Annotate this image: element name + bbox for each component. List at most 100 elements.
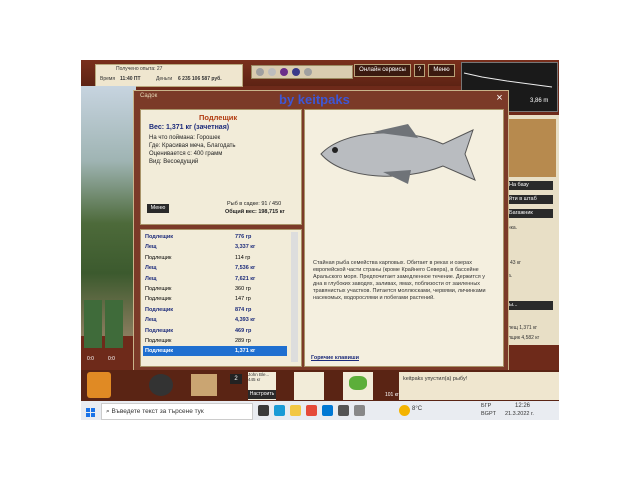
catch-fish-name: Лещ [145, 275, 157, 282]
catch-row[interactable]: Лещ 7,536 кг [143, 263, 287, 273]
fish-description-panel: Стайная рыба семейства карповых. Обитает… [304, 109, 504, 367]
place-text: Где: Красивая меча, Благодать [149, 143, 236, 149]
search-icon: ⌕ [106, 408, 110, 415]
help-button[interactable]: ? [414, 64, 425, 77]
catch-fish-weight: 7,621 кг [235, 275, 256, 282]
fish-description: Стайная рыба семейства карповых. Обитает… [313, 260, 486, 301]
catch-row[interactable]: Подлещик 360 гр [143, 284, 287, 294]
dialog-menu-button[interactable]: Меню [147, 204, 169, 213]
bait-icon[interactable] [268, 68, 276, 76]
time-label: Время [100, 76, 116, 82]
catch-fish-weight: 289 гр [235, 338, 251, 344]
rod-card[interactable] [294, 372, 324, 400]
peas-icon [349, 376, 367, 390]
catch-fish-name: Подлещик [145, 306, 173, 313]
catch-fish-name: Лещ [145, 244, 157, 251]
online-services-button[interactable]: Онлайн сервисы [354, 64, 411, 77]
temperature: 8°C [412, 406, 423, 412]
bait-icon[interactable] [280, 68, 288, 76]
catch-row[interactable]: Лещ 7,621 кг [143, 274, 287, 284]
close-button[interactable]: × [494, 93, 505, 104]
catch-fish-weight: 874 гр [235, 306, 252, 313]
bait-icon[interactable] [256, 68, 264, 76]
catch-fish-name: Лещ [145, 317, 157, 324]
task-view-icon[interactable] [258, 405, 269, 416]
valued-text: Оценивается с: 400 грамм [149, 151, 223, 157]
total-weight: Общий вес: 198,715 кг [225, 209, 285, 215]
catch-row[interactable]: Лещ 4,393 кг [143, 315, 287, 325]
catch-row[interactable]: Подлещик 147 гр [143, 294, 287, 304]
bream-fish-image [320, 124, 476, 184]
keepnet-dialog: Садок by keitpaks × Подлещик Вес: 1,371 … [133, 90, 509, 374]
catch-fish-weight: 7,536 кг [235, 265, 256, 272]
bread-icon[interactable] [191, 374, 217, 396]
to-base-button[interactable]: На базу [506, 181, 553, 190]
panel-text: лещ 1,371 кг [508, 325, 538, 331]
catch-fish-name: Подлещик [145, 234, 173, 240]
bait-text: На что поймана: Горошек [149, 135, 221, 141]
file-explorer-icon[interactable] [290, 405, 301, 416]
chat-panel: keitpaks упустил(а) рыбу! [399, 372, 559, 400]
taskbar-search-box[interactable]: ⌕ Въведете текст за търсене тук [101, 403, 253, 420]
store-icon[interactable] [322, 405, 333, 416]
player-info-panel: Получено опыта: 27 Время 11:40 ПТ Деньги… [95, 64, 243, 87]
clock-date[interactable]: 21.3.2022 г. [505, 411, 534, 417]
keepnet-count: Рыб в садке: 91 / 450 [227, 201, 282, 207]
chat-message: keitpaks упустил(а) рыбу! [403, 376, 468, 382]
go-to-hq-button[interactable]: йти в штаб [506, 195, 553, 204]
map-thumbnail[interactable] [508, 119, 556, 177]
clock-time[interactable]: 12:26 [515, 403, 530, 409]
bait-strip [251, 65, 353, 79]
catch-fish-name: Подлещик [145, 327, 173, 334]
bottom-bar: 0:0 0:0 2 John Ble... 445 кг Настроить 1… [81, 300, 559, 401]
menu-button[interactable]: Меню [428, 64, 455, 77]
windows-start-icon[interactable] [86, 405, 96, 417]
catch-fish-weight: 147 гр [235, 296, 251, 303]
panel-text: лщик 4,582 кг [508, 335, 540, 341]
catch-row[interactable]: Подлещик 1,371 кг [143, 346, 287, 357]
keyboard-layout[interactable]: BGPT [481, 411, 496, 417]
time-value: 11:40 ПТ [120, 76, 141, 82]
right-side-panel: На базу йти в штаб Багажник чка. 43 кг а… [506, 115, 559, 345]
catch-row[interactable]: Подлещик 289 гр [143, 336, 287, 346]
catch-row[interactable]: Лещ 3,337 кг [143, 242, 287, 252]
lure-weight: 445 кг [248, 377, 261, 382]
peas-card[interactable] [343, 372, 373, 400]
catch-fish-weight: 360 гр [235, 286, 251, 292]
depth-value: 3,86 m [530, 98, 549, 104]
catch-row[interactable]: Подлещик 874 гр [143, 305, 287, 315]
game-window: Получено опыта: 27 Время 11:40 ПТ Деньги… [81, 60, 559, 401]
catch-list-scrollbar[interactable] [291, 232, 298, 362]
language-indicator[interactable]: БГР [481, 403, 491, 409]
game-icon[interactable] [338, 405, 349, 416]
watermark-text: by keitpaks [279, 92, 350, 107]
panel-text: чка. [508, 225, 518, 231]
bait-icon[interactable] [304, 68, 312, 76]
tension-meter [105, 300, 123, 348]
meter-value: 0:0 [108, 356, 115, 362]
money-value: 6 235 106 587 руб. [178, 76, 222, 82]
kind-text: Вид: Весоедущий [149, 159, 199, 165]
bait-bowl-icon[interactable] [149, 374, 173, 396]
dialog-title: Садок [140, 93, 158, 99]
setup-button[interactable]: Настроить [248, 390, 276, 399]
bucket-icon[interactable] [87, 372, 111, 398]
catch-fish-weight: 1,371 кг [235, 348, 256, 355]
catch-fish-name: Подлещик [145, 286, 172, 292]
money-label: Деньги [156, 76, 173, 82]
panel-action-button[interactable]: ы... [506, 301, 553, 310]
catch-fish-weight: 3,337 кг [235, 244, 256, 251]
bait-icon[interactable] [292, 68, 300, 76]
app-icon[interactable] [354, 405, 365, 416]
hotkeys-link[interactable]: Горячие клавиши [311, 355, 359, 361]
tension-meter [84, 300, 102, 348]
catch-row[interactable]: Подлещик 776 гр [143, 232, 287, 242]
weather-icon[interactable] [399, 405, 410, 416]
catch-row[interactable]: Подлещик 469 гр [143, 326, 287, 336]
trunk-button[interactable]: Багажник [506, 209, 553, 218]
catch-fish-weight: 114 гр [235, 254, 251, 261]
catch-row[interactable]: Подлещик 114 гр [143, 253, 287, 263]
experience-text: Получено опыта: 27 [116, 66, 163, 72]
chrome-icon[interactable] [306, 405, 317, 416]
edge-icon[interactable] [274, 405, 285, 416]
